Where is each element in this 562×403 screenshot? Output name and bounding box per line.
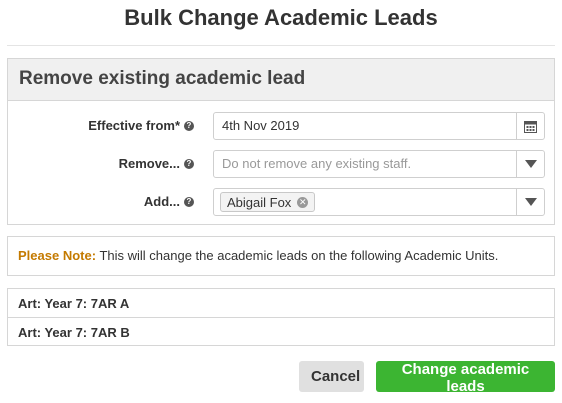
selected-staff-tag: Abigail Fox ✕ xyxy=(220,192,316,212)
change-academic-leads-button[interactable]: Change academic leads xyxy=(376,361,555,395)
note-label: Please Note: xyxy=(18,248,97,263)
remove-tag-icon[interactable]: ✕ xyxy=(297,196,309,208)
help-icon[interactable]: ? xyxy=(184,158,194,169)
add-select[interactable]: Abigail Fox ✕ xyxy=(213,188,545,216)
note-box: Please Note: This will change the academ… xyxy=(7,236,555,276)
dialog-title: Bulk Change Academic Leads xyxy=(124,5,438,30)
list-item: Art: Year 7: 7AR B xyxy=(8,317,554,345)
chevron-down-icon[interactable] xyxy=(516,189,544,215)
effective-from-row: Effective from* ? 4th Nov 2019 xyxy=(8,112,554,140)
remove-row: Remove... ? Do not remove any existing s… xyxy=(8,150,554,178)
remove-select[interactable]: Do not remove any existing staff. xyxy=(213,150,545,178)
academic-units-list: Art: Year 7: 7AR A Art: Year 7: 7AR B xyxy=(7,288,555,346)
help-icon[interactable]: ? xyxy=(184,196,194,207)
note-text: This will change the academic leads on t… xyxy=(99,248,499,263)
list-item: Art: Year 7: 7AR A xyxy=(18,296,130,311)
help-icon[interactable]: ? xyxy=(184,120,194,131)
effective-from-label: Effective from* ? xyxy=(88,118,194,133)
settings-panel: Remove existing academic lead Effective … xyxy=(7,58,555,225)
add-label: Add... ? xyxy=(144,194,194,209)
cancel-button[interactable]: Cancel xyxy=(299,361,364,392)
section-heading: Remove existing academic lead xyxy=(8,59,554,101)
remove-label: Remove... ? xyxy=(119,156,194,171)
add-row: Add... ? Abigail Fox ✕ xyxy=(8,188,554,216)
title-divider xyxy=(7,45,555,46)
effective-from-input[interactable]: 4th Nov 2019 xyxy=(213,112,545,140)
chevron-down-icon[interactable] xyxy=(516,151,544,177)
calendar-icon[interactable] xyxy=(516,113,544,139)
